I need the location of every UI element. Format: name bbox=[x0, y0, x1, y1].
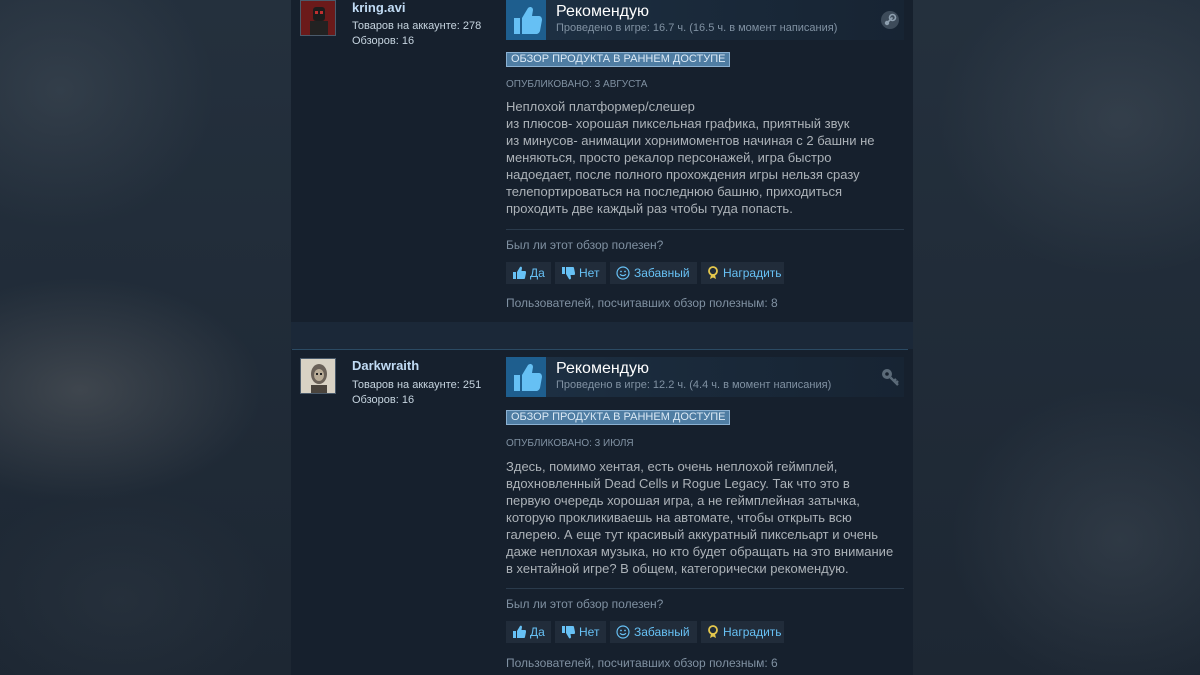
award-label: Наградить bbox=[723, 266, 782, 280]
helpful-count: Пользователей, посчитавших обзор полезны… bbox=[506, 296, 778, 310]
smiley-icon bbox=[616, 625, 630, 639]
thumbs-up-icon bbox=[513, 625, 526, 638]
vote-funny-label: Забавный bbox=[634, 266, 690, 280]
review-body-line: даже неплохая музыка, но кто будет обращ… bbox=[506, 544, 894, 559]
author-name[interactable]: Darkwraith bbox=[352, 358, 419, 373]
divider bbox=[506, 588, 904, 589]
playtime: Проведено в игре: 12.2 ч. (4.4 ч. в моме… bbox=[556, 379, 832, 391]
award-label: Наградить bbox=[723, 625, 782, 639]
review-body-line: вдохновленный Dead Cells и Rogue Legacy.… bbox=[506, 476, 850, 491]
review-body-line: меняються, просто рекалор персонажей, иг… bbox=[506, 150, 832, 165]
review-body-line: которую прокликиваешь на автомате, чтобы… bbox=[506, 510, 852, 525]
early-access-badge: ОБЗОР ПРОДУКТА В РАННЕМ ДОСТУПЕ bbox=[506, 410, 731, 425]
helpful-question: Был ли этот обзор полезен? bbox=[506, 238, 664, 252]
author-products-count[interactable]: Товаров на аккаунте: 251 bbox=[352, 379, 481, 391]
key-icon bbox=[880, 367, 900, 387]
thumbs-up-icon bbox=[506, 0, 546, 40]
review-body-line: надоедает, после полного прохождения игр… bbox=[506, 167, 860, 182]
helpful-count: Пользователей, посчитавших обзор полезны… bbox=[506, 656, 778, 670]
review-body-line: телепортироваться на последнюю башню, пр… bbox=[506, 184, 842, 199]
review-body-line: Неплохой платформер/слешер bbox=[506, 99, 695, 114]
steam-icon bbox=[880, 10, 900, 30]
vote-no-label: Нет bbox=[579, 266, 600, 280]
author-name[interactable]: kring.avi bbox=[352, 0, 405, 15]
vote-yes-label: Да bbox=[530, 266, 545, 280]
award-button[interactable]: Наградить bbox=[701, 621, 784, 643]
vote-header[interactable]: Рекомендую Проведено в игре: 16.7 ч. (16… bbox=[506, 0, 904, 40]
thumbs-down-icon bbox=[562, 267, 575, 280]
avatar[interactable] bbox=[300, 0, 336, 36]
review-body: Здесь, помимо хентая, есть очень неплохо… bbox=[506, 458, 894, 577]
review-body: Неплохой платформер/слешер из плюсов- хо… bbox=[506, 98, 888, 217]
vote-funny-button[interactable]: Забавный bbox=[610, 621, 697, 643]
vote-yes-button[interactable]: Да bbox=[506, 262, 551, 284]
vote-funny-button[interactable]: Забавный bbox=[610, 262, 697, 284]
award-button[interactable]: Наградить bbox=[701, 262, 784, 284]
smiley-icon bbox=[616, 266, 630, 280]
playtime: Проведено в игре: 16.7 ч. (16.5 ч. в мом… bbox=[556, 22, 838, 34]
award-icon bbox=[708, 625, 718, 638]
thumbs-up-icon bbox=[506, 357, 546, 397]
vote-header[interactable]: Рекомендую Проведено в игре: 12.2 ч. (4.… bbox=[506, 357, 904, 397]
vote-no-button[interactable]: Нет bbox=[555, 621, 606, 643]
vote-no-button[interactable]: Нет bbox=[555, 262, 606, 284]
review-body-line: галерею. А еще тут красивый аккуратный п… bbox=[506, 527, 878, 542]
author-reviews-count[interactable]: Обзоров: 16 bbox=[352, 394, 414, 406]
review-body-line: из плюсов- хорошая пиксельная графика, п… bbox=[506, 116, 850, 131]
review-verdict[interactable]: Рекомендую bbox=[556, 3, 649, 21]
vote-yes-label: Да bbox=[530, 625, 545, 639]
posted-date: ОПУБЛИКОВАНО: 3 АВГУСТА bbox=[506, 79, 648, 90]
helpful-question: Был ли этот обзор полезен? bbox=[506, 597, 664, 611]
review-body-line: Здесь, помимо хентая, есть очень неплохо… bbox=[506, 459, 838, 474]
avatar[interactable] bbox=[300, 358, 336, 394]
vote-funny-label: Забавный bbox=[634, 625, 690, 639]
review-separator bbox=[291, 322, 913, 349]
review-body-line: из минусов- анимации хорнимоментов начин… bbox=[506, 133, 875, 148]
early-access-badge: ОБЗОР ПРОДУКТА В РАННЕМ ДОСТУПЕ bbox=[506, 52, 731, 67]
vote-yes-button[interactable]: Да bbox=[506, 621, 551, 643]
review-body-line: первую очередь хорошая игра, а не геймпл… bbox=[506, 493, 860, 508]
thumbs-up-icon bbox=[513, 266, 526, 279]
author-reviews-count[interactable]: Обзоров: 16 bbox=[352, 35, 414, 47]
review-verdict[interactable]: Рекомендую bbox=[556, 360, 649, 378]
posted-date: ОПУБЛИКОВАНО: 3 ИЮЛЯ bbox=[506, 438, 634, 449]
vote-no-label: Нет bbox=[579, 625, 600, 639]
review-body-line: проходить две каждый раз чтобы туда попа… bbox=[506, 201, 793, 216]
award-icon bbox=[708, 266, 718, 279]
review-card: kring.avi Товаров на аккаунте: 278 Обзор… bbox=[292, 0, 908, 322]
divider bbox=[506, 229, 904, 230]
author-products-count[interactable]: Товаров на аккаунте: 278 bbox=[352, 20, 481, 32]
review-body-line: в хентайной игре? В общем, категорически… bbox=[506, 561, 849, 576]
thumbs-down-icon bbox=[562, 626, 575, 639]
review-card: Darkwraith Товаров на аккаунте: 251 Обзо… bbox=[292, 349, 908, 675]
